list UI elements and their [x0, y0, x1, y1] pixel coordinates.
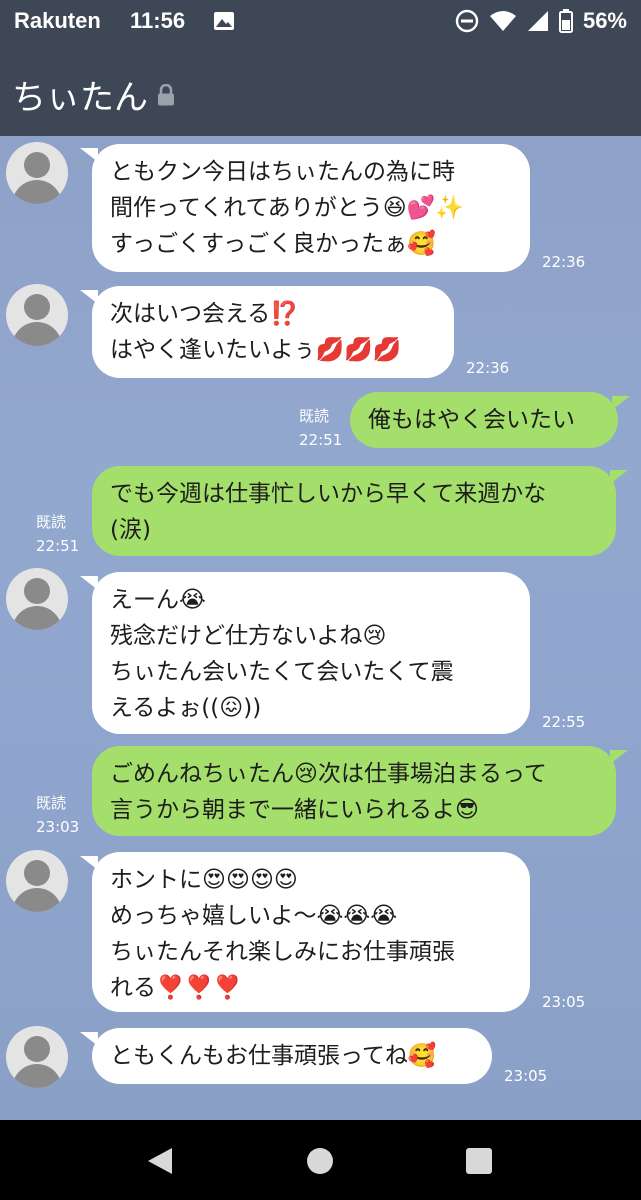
message-time: 23:05 — [504, 1067, 548, 1085]
message-time: 22:36 — [466, 359, 510, 377]
avatar[interactable] — [6, 568, 68, 630]
message-line: ちぃたん会いたくて会いたくて震 — [110, 659, 454, 685]
message-line: 間作ってくれてありがとう😆💕✨ — [110, 195, 465, 221]
message-bubble-outgoing[interactable]: ごめんねちぃたん😢次は仕事場泊まるって 言うから朝まで一緒にいられるよ😎 — [92, 746, 628, 836]
message-line: (涙) — [110, 517, 151, 543]
message-line: 次はいつ会える⁉️ — [110, 301, 299, 327]
message-bubble-incoming[interactable]: ともクン今日はちぃたんの為に時 間作ってくれてありがとう😆💕✨ すっごくすっごく… — [80, 144, 530, 272]
message-time: 23:03 — [36, 818, 80, 836]
contact-name[interactable]: ちぃたん — [12, 70, 148, 119]
message-time: 22:36 — [542, 253, 586, 271]
status-time: 11:56 — [130, 8, 186, 33]
read-receipt: 既読 — [36, 794, 67, 812]
message-time: 23:05 — [542, 993, 586, 1011]
lock-icon — [158, 84, 174, 106]
message-time: 22:51 — [299, 431, 343, 449]
chat-header: ちぃたん — [0, 44, 641, 136]
message-line: すっごくすっごく良かったぁ🥰 — [110, 231, 436, 257]
avatar[interactable] — [6, 142, 68, 204]
message-line: ホントに😍😍😍😍 — [110, 867, 298, 893]
avatar[interactable] — [6, 284, 68, 346]
home-icon[interactable] — [307, 1148, 333, 1174]
battery-percent: 56% — [582, 8, 627, 33]
message-line: 言うから朝まで一緒にいられるよ😎 — [110, 797, 479, 823]
signal-icon — [527, 11, 548, 31]
message-bubble-incoming[interactable]: えーん😭 残念だけど仕方ないよね😢 ちぃたん会いたくて会いたくて震 えるよぉ((… — [80, 572, 530, 734]
message-bubble-incoming[interactable]: 次はいつ会える⁉️ はやく逢いたいよぅ💋💋💋 — [80, 286, 454, 378]
battery-icon — [558, 9, 573, 33]
wifi-icon — [489, 11, 516, 31]
message-line: ともクン今日はちぃたんの為に時 — [110, 159, 455, 185]
carrier-name: Rakuten — [14, 8, 101, 33]
status-bar: Rakuten 11:56 56% — [0, 0, 641, 44]
message-line: ちぃたんそれ楽しみにお仕事頑張 — [110, 939, 455, 965]
message-line: はやく逢いたいよぅ💋💋💋 — [110, 337, 402, 363]
message-bubble-outgoing[interactable]: 俺もはやく会いたい — [350, 392, 630, 448]
message-line: ごめんねちぃたん😢次は仕事場泊まるって — [110, 761, 547, 787]
read-receipt: 既読 — [299, 407, 330, 425]
avatar[interactable] — [6, 1026, 68, 1088]
message-bubble-incoming[interactable]: ホントに😍😍😍😍 めっちゃ嬉しいよ〜😭😭😭 ちぃたんそれ楽しみにお仕事頑張 れる… — [80, 852, 530, 1012]
navigation-bar — [0, 1120, 641, 1200]
message-line: えるよぉ((😖)) — [110, 695, 262, 721]
recent-apps-icon[interactable] — [466, 1148, 492, 1174]
message-bubble-outgoing[interactable]: でも今週は仕事忙しいから早くて来週かな (涙) — [92, 466, 628, 556]
message-line: 残念だけど仕方ないよね😢 — [110, 623, 387, 649]
chat-area[interactable]: ともクン今日はちぃたんの為に時 間作ってくれてありがとう😆💕✨ すっごくすっごく… — [0, 136, 641, 1120]
message-line: 俺もはやく会いたい — [368, 407, 575, 433]
message-line: めっちゃ嬉しいよ〜😭😭😭 — [110, 903, 398, 929]
read-receipt: 既読 — [36, 513, 67, 531]
message-bubble-incoming[interactable]: ともくんもお仕事頑張ってね🥰 — [80, 1028, 492, 1084]
back-icon[interactable] — [146, 1146, 174, 1176]
message-time: 22:51 — [36, 537, 80, 555]
message-line: ともくんもお仕事頑張ってね🥰 — [110, 1043, 437, 1069]
message-line: れる❣️❣️❣️ — [110, 975, 242, 1001]
message-line: でも今週は仕事忙しいから早くて来週かな — [110, 481, 547, 507]
avatar[interactable] — [6, 850, 68, 912]
image-icon — [214, 12, 234, 30]
dnd-icon — [455, 9, 479, 33]
message-time: 22:55 — [542, 713, 586, 731]
message-line: えーん😭 — [110, 587, 206, 613]
